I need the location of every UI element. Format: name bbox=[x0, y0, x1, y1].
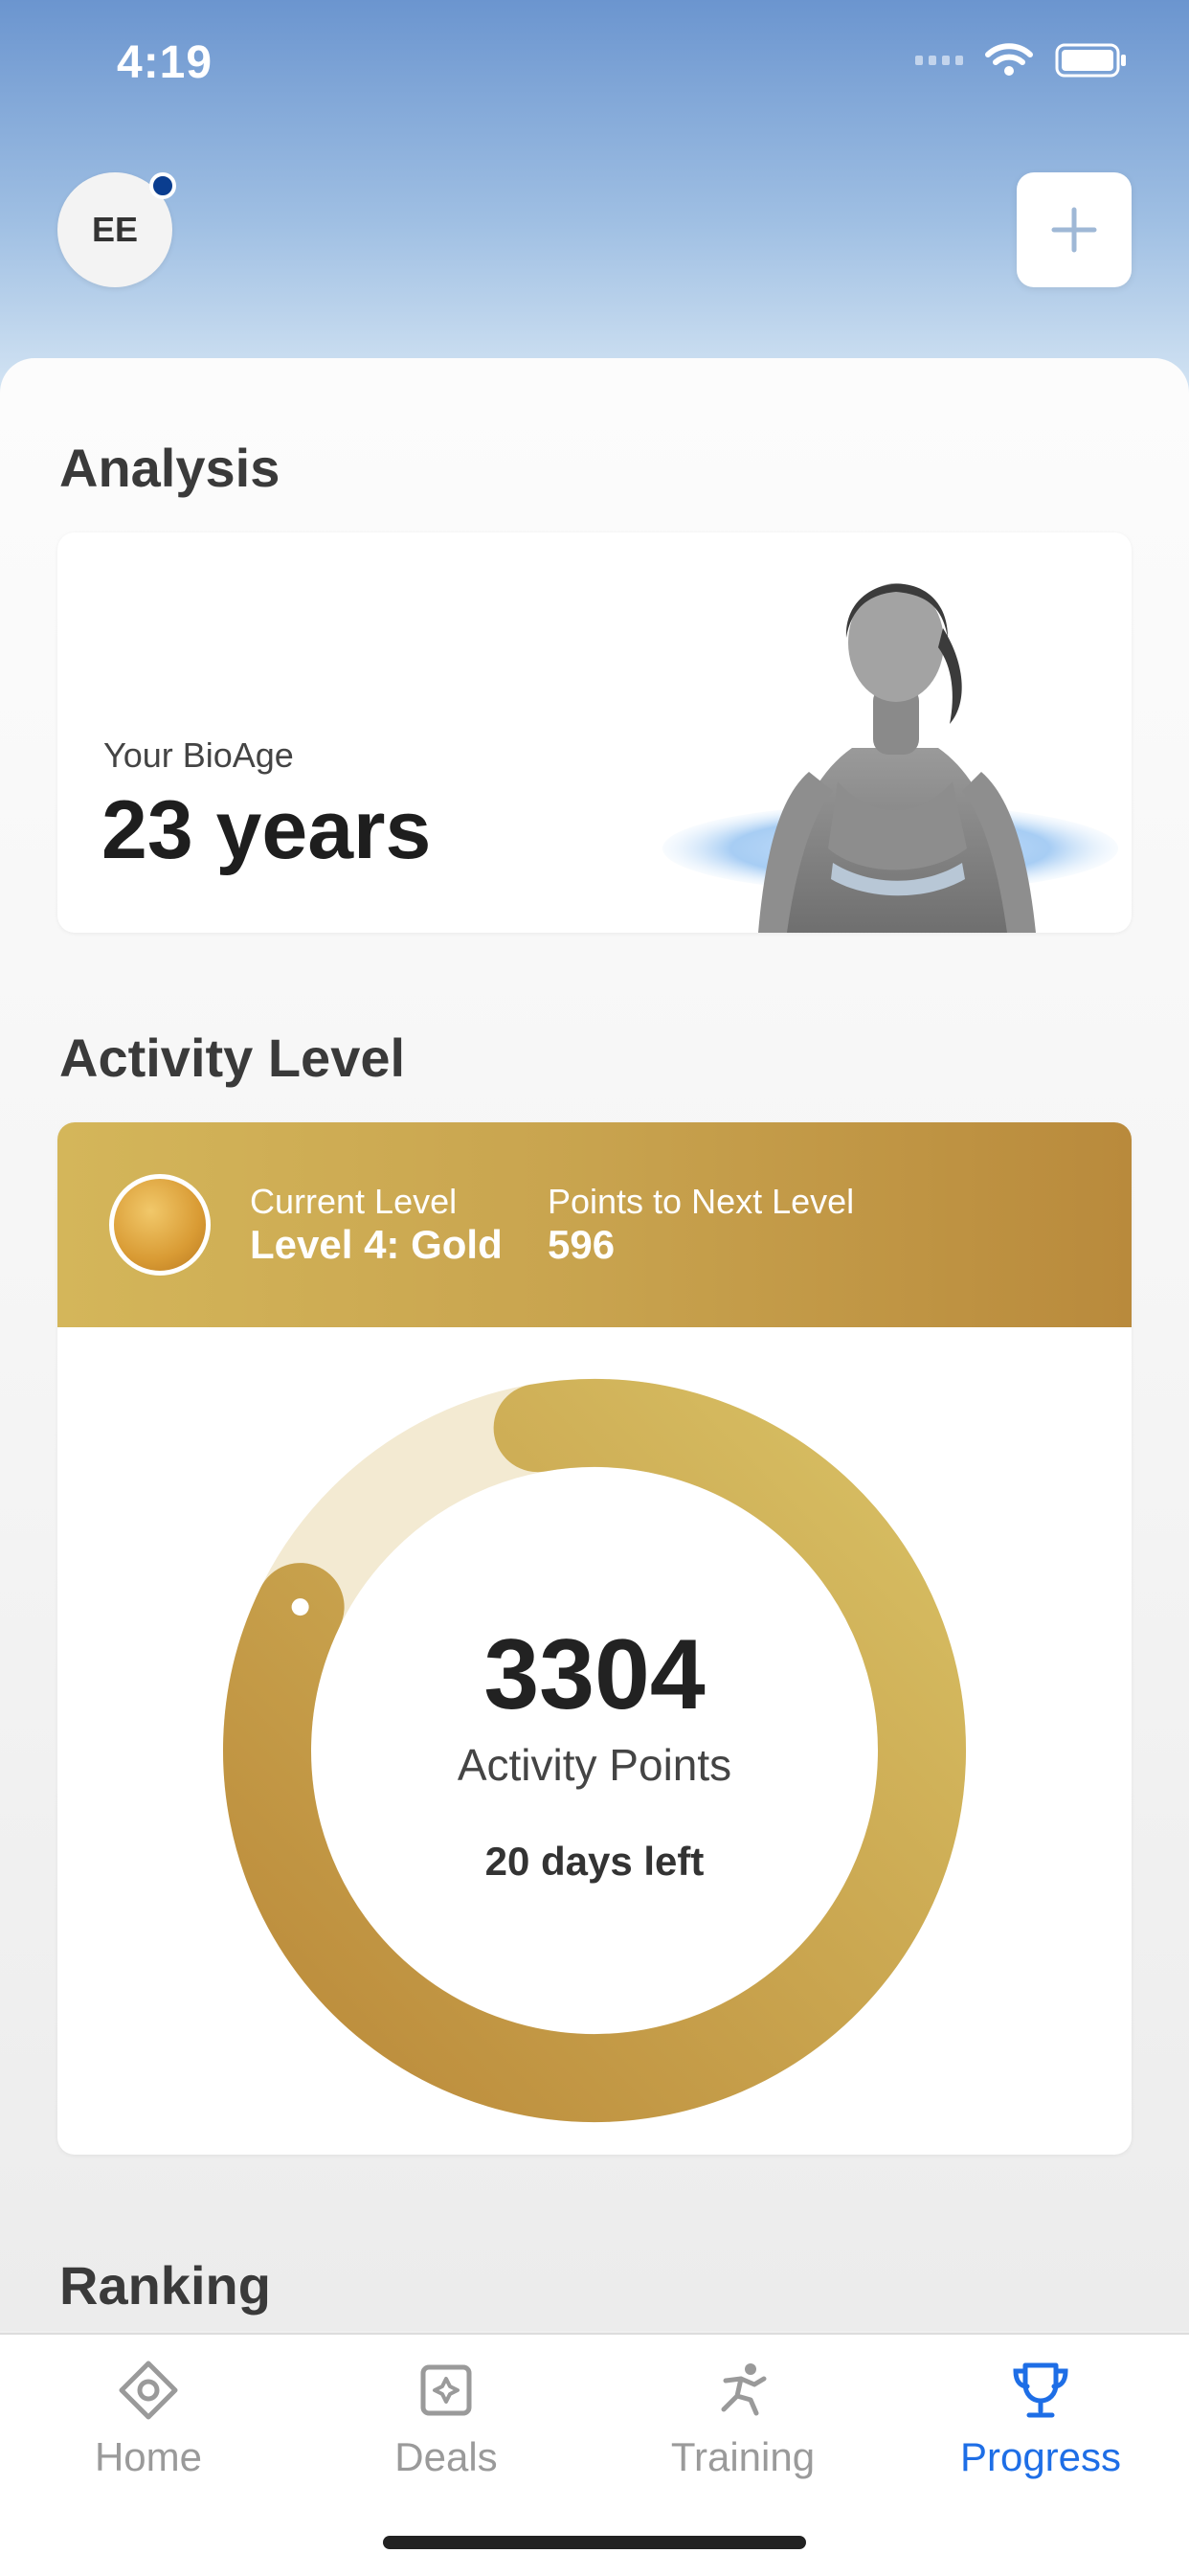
home-indicator bbox=[383, 2536, 806, 2549]
ranking-title: Ranking bbox=[59, 2255, 271, 2316]
runner-icon bbox=[721, 2363, 767, 2416]
wifi-icon bbox=[985, 43, 1033, 76]
bioage-label: Your BioAge bbox=[103, 735, 294, 775]
status-icons bbox=[915, 42, 1128, 79]
activity-ring: 3304 Activity Points 20 days left bbox=[57, 1327, 1132, 2155]
bioage-card[interactable]: Your BioAge 23 years bbox=[57, 532, 1132, 933]
plus-icon bbox=[1051, 207, 1097, 253]
notification-dot bbox=[149, 172, 176, 199]
tab-deals[interactable]: Deals bbox=[298, 2352, 594, 2496]
tab-deals-label: Deals bbox=[394, 2434, 498, 2479]
next-level-value: 596 bbox=[548, 1222, 616, 1267]
athlete-figure-image bbox=[662, 583, 1118, 933]
home-diamond-icon bbox=[119, 2361, 178, 2420]
battery-icon bbox=[1055, 43, 1126, 78]
ring-end-dot bbox=[291, 1598, 309, 1616]
activity-points-value: 3304 bbox=[483, 1619, 706, 1730]
analysis-title: Analysis bbox=[59, 438, 280, 498]
status-time: 4:19 bbox=[117, 37, 213, 88]
cellular-signal-icon bbox=[915, 56, 963, 65]
avatar-initials: EE bbox=[91, 210, 139, 249]
activity-points-label: Activity Points bbox=[457, 1740, 732, 1790]
next-level-label: Points to Next Level bbox=[548, 1182, 855, 1221]
level-header: Current Level Level 4: Gold Points to Ne… bbox=[57, 1122, 1132, 1327]
current-level-label: Current Level bbox=[250, 1182, 458, 1221]
tab-training[interactable]: Training bbox=[594, 2352, 891, 2496]
current-level-value: Level 4: Gold bbox=[250, 1222, 503, 1267]
bioage-value: 23 years bbox=[101, 784, 432, 876]
user-avatar[interactable]: EE bbox=[57, 172, 176, 287]
tab-progress-label: Progress bbox=[959, 2434, 1122, 2479]
tab-home[interactable]: Home bbox=[0, 2352, 297, 2496]
deals-icon bbox=[420, 2364, 472, 2416]
activity-level-card[interactable]: Current Level Level 4: Gold Points to Ne… bbox=[57, 1122, 1132, 2155]
gold-medal-icon bbox=[109, 1174, 211, 1276]
tab-training-label: Training bbox=[670, 2434, 816, 2479]
trophy-icon bbox=[1013, 2362, 1068, 2418]
activity-level-title: Activity Level bbox=[59, 1028, 406, 1088]
days-left-label: 20 days left bbox=[484, 1839, 705, 1884]
tab-home-label: Home bbox=[94, 2434, 203, 2479]
tab-progress[interactable]: Progress bbox=[892, 2352, 1189, 2496]
add-button[interactable] bbox=[1017, 172, 1132, 287]
